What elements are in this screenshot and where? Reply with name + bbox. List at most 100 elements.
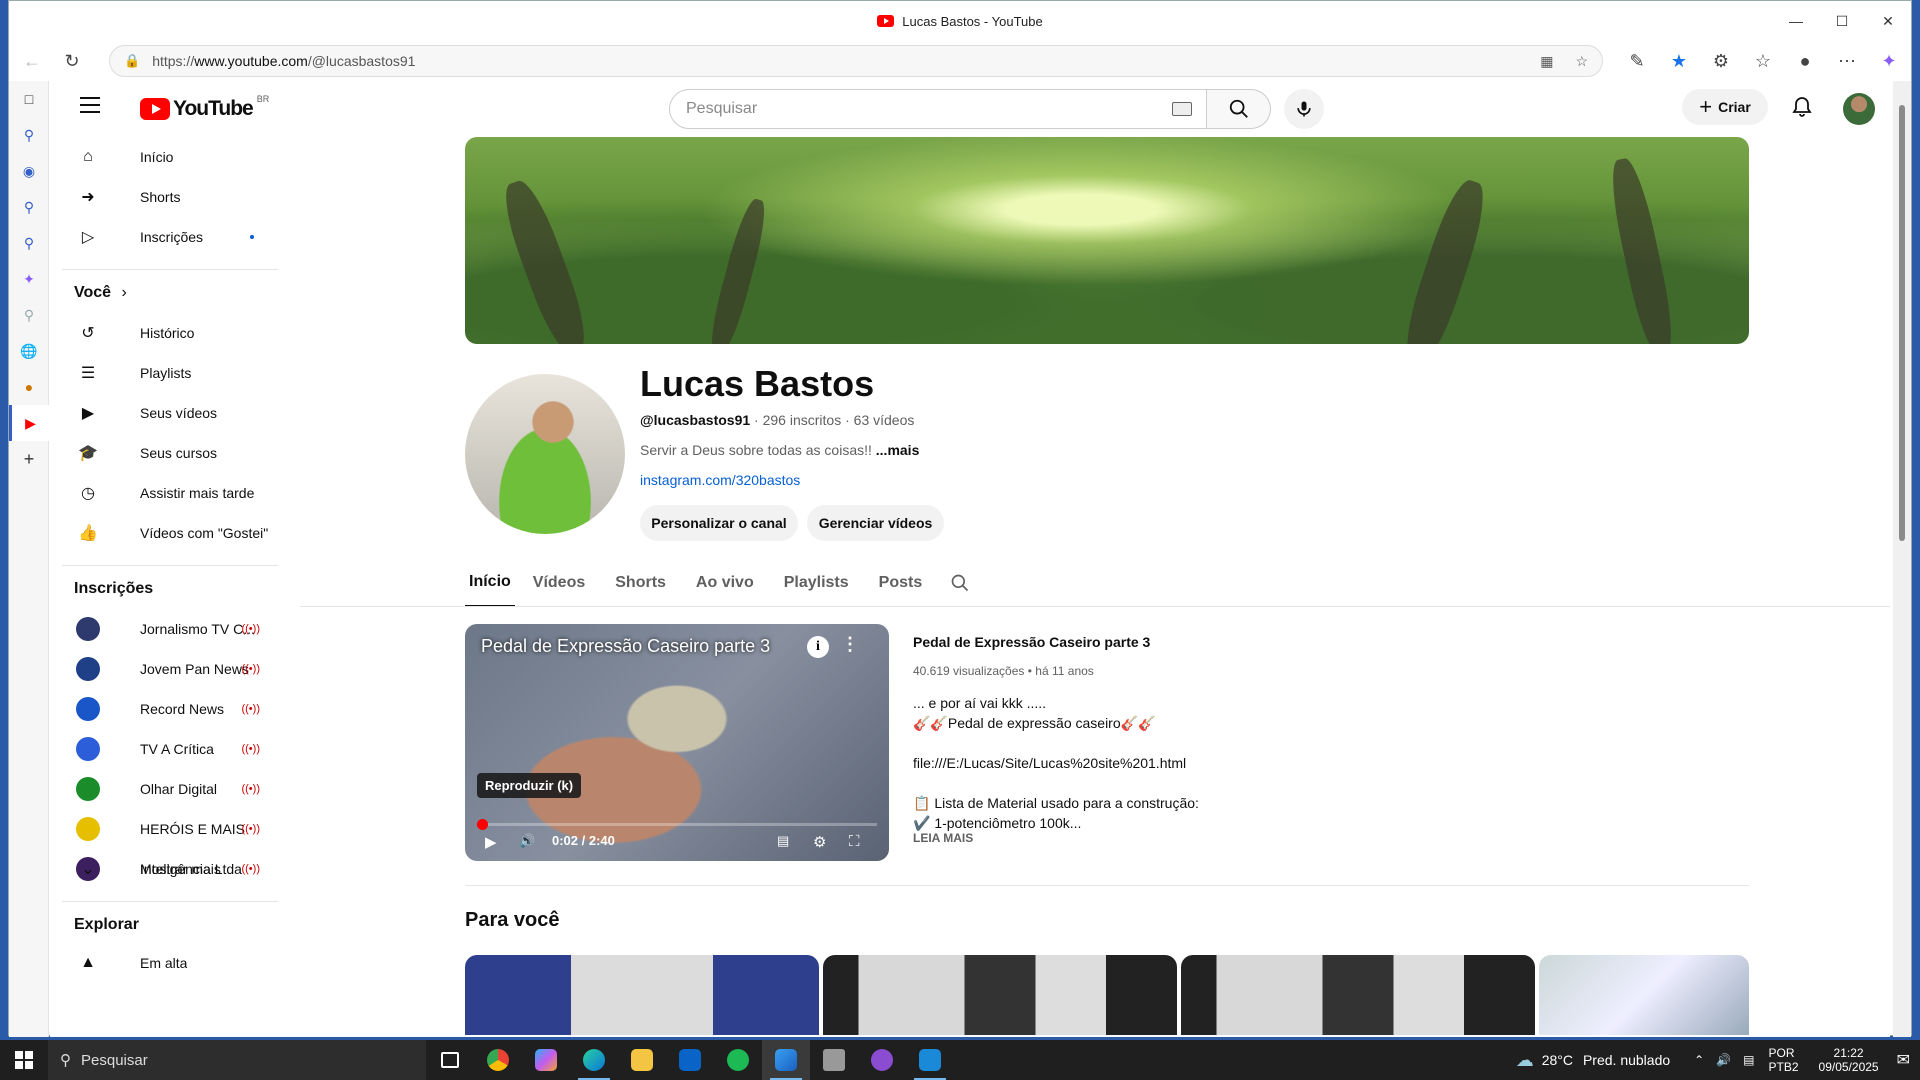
tab-posts[interactable]: Posts (867, 559, 935, 607)
sidebar-item-liked-videos[interactable]: 👍 Vídeos com "Gostei" (50, 513, 290, 553)
settings-gear-icon[interactable]: ⚙ (813, 833, 826, 851)
translate-extension-icon[interactable]: ★ (1667, 51, 1691, 72)
volume-icon[interactable]: 🔊 (1716, 1053, 1731, 1067)
channel-link[interactable]: instagram.com/320bastos (640, 472, 800, 488)
github-icon[interactable] (858, 1040, 906, 1080)
tab-playlists[interactable]: Playlists (772, 559, 861, 607)
outlook-icon[interactable] (666, 1040, 714, 1080)
paint-app-icon[interactable] (762, 1040, 810, 1080)
tab-live[interactable]: Ao vivo (684, 559, 766, 607)
copilot-sidebar-icon[interactable]: ✦ (9, 261, 49, 297)
weather-icon[interactable]: ☁ (1516, 1050, 1534, 1071)
minimize-button[interactable]: — (1773, 1, 1819, 41)
edge-icon[interactable] (570, 1040, 618, 1080)
page-scrollbar[interactable] (1893, 81, 1911, 1037)
search-icon[interactable]: ⚲ (9, 117, 49, 153)
customize-channel-button[interactable]: Personalizar o canal (640, 505, 798, 541)
refresh-button[interactable]: ↻ (55, 44, 89, 78)
discover-icon[interactable]: ◉ (9, 153, 49, 189)
more-options-icon[interactable]: ⋮ (841, 634, 859, 655)
windows-start-icon[interactable] (0, 1040, 48, 1080)
video-thumbnail[interactable] (823, 955, 1177, 1035)
show-more-button[interactable]: ⌄ Mostrar mais (50, 849, 290, 889)
more-link[interactable]: ...mais (876, 442, 920, 458)
channel-description[interactable]: Servir a Deus sobre todas as coisas!! ..… (640, 442, 919, 458)
tab-videos[interactable]: Vídeos (521, 559, 597, 607)
search-button[interactable] (1207, 89, 1271, 129)
search-icon[interactable]: ⚲ (9, 225, 49, 261)
tab-home[interactable]: Início (465, 559, 515, 607)
close-button[interactable]: ✕ (1865, 1, 1911, 41)
clock[interactable]: 21:22 09/05/2025 (1819, 1046, 1879, 1074)
globe-icon[interactable]: 🌐 (9, 333, 49, 369)
extensions-icon[interactable]: ⚙ (1709, 51, 1733, 72)
chevron-up-icon[interactable]: ⌃ (1694, 1053, 1704, 1067)
youtube-sidebar-icon[interactable]: ▶ (9, 405, 49, 441)
keyboard-icon[interactable] (1172, 102, 1192, 116)
video-thumbnail[interactable] (1539, 955, 1749, 1035)
video-thumbnail[interactable] (1181, 955, 1535, 1035)
featured-video-title[interactable]: Pedal de Expressão Caseiro parte 3 (913, 634, 1150, 650)
sidebar-item-channel[interactable]: Jovem Pan News ((•)) (50, 649, 290, 689)
play-icon[interactable]: ▶ (485, 833, 497, 851)
voice-search-button[interactable] (1284, 89, 1324, 129)
video-thumbnail[interactable] (465, 955, 819, 1035)
sidebar-item-channel[interactable]: Record News ((•)) (50, 689, 290, 729)
vscode-icon[interactable] (906, 1040, 954, 1080)
fullscreen-icon[interactable]: ⛶ (849, 833, 860, 850)
sidebar-item-channel[interactable]: TV A Crítica ((•)) (50, 729, 290, 769)
sidebar-item-courses[interactable]: 🎓 Seus cursos (50, 433, 290, 473)
search-input[interactable]: Pesquisar (669, 89, 1207, 129)
search-icon[interactable]: ⚲ (9, 297, 49, 333)
sidebar-item-trending[interactable]: ▲ Em alta (50, 943, 290, 983)
weather-temp[interactable]: 28°C (1542, 1052, 1573, 1068)
channel-search-icon[interactable] (940, 559, 980, 607)
back-button[interactable]: ← (15, 44, 49, 78)
notifications-icon[interactable]: ✉ (1897, 1050, 1910, 1070)
manage-videos-button[interactable]: Gerenciar vídeos (807, 505, 944, 541)
sidebar-item-home[interactable]: ⌂ Início (50, 137, 290, 177)
scrubber-handle[interactable] (477, 819, 488, 830)
search-icon[interactable]: ⚲ (9, 189, 49, 225)
sidebar-item-channel[interactable]: Jornalismo TV C... ((•)) (50, 609, 290, 649)
chrome-icon[interactable] (474, 1040, 522, 1080)
notifications-bell-icon[interactable] (1790, 95, 1814, 119)
weather-text[interactable]: Pred. nublado (1583, 1052, 1670, 1068)
volume-icon[interactable]: 🔊 (519, 833, 535, 849)
youtube-logo[interactable]: YouTube BR (140, 94, 269, 121)
tabs-icon[interactable]: □ (9, 81, 49, 117)
player-title[interactable]: Pedal de Expressão Caseiro parte 3 (481, 636, 770, 657)
create-button[interactable]: + Criar (1682, 89, 1768, 125)
more-menu-icon[interactable]: ⋯ (1835, 51, 1859, 72)
game-app-icon[interactable] (810, 1040, 858, 1080)
app-available-icon[interactable]: ▦ (1540, 53, 1553, 70)
info-icon[interactable]: i (807, 636, 829, 658)
sidebar-item-history[interactable]: ↺ Histórico (50, 313, 290, 353)
sidebar-item-your-videos[interactable]: ▶ Seus vídeos (50, 393, 290, 433)
sidebar-item-channel[interactable]: HERÓIS E MAIS ((•)) (50, 809, 290, 849)
add-icon[interactable]: + (9, 441, 49, 477)
file-explorer-icon[interactable] (618, 1040, 666, 1080)
game-icon[interactable]: ● (9, 369, 49, 405)
menu-icon[interactable] (80, 97, 100, 117)
you-section-header[interactable]: Você › (74, 284, 127, 302)
spotify-icon[interactable] (714, 1040, 762, 1080)
subtitles-icon[interactable]: ▤ (777, 833, 789, 849)
address-bar[interactable]: 🔒 https://www.youtube.com/@lucasbastos91… (109, 45, 1603, 77)
favorites-icon[interactable]: ☆ (1751, 51, 1775, 72)
copilot-icon[interactable] (522, 1040, 570, 1080)
tab-shorts[interactable]: Shorts (603, 559, 678, 607)
pen-extension-icon[interactable]: ✎ (1625, 51, 1649, 72)
copilot-icon[interactable]: ✦ (1877, 51, 1901, 72)
taskbar-search-input[interactable]: ⚲ Pesquisar (48, 1040, 426, 1080)
task-view-icon[interactable] (426, 1040, 474, 1080)
sidebar-item-watch-later[interactable]: ◷ Assistir mais tarde (50, 473, 290, 513)
sidebar-item-subscriptions[interactable]: ▷ Inscrições (50, 217, 290, 257)
language-indicator[interactable]: POR PTB2 (1769, 1046, 1799, 1074)
featured-video-player[interactable]: Pedal de Expressão Caseiro parte 3 i ⋮ R… (465, 624, 889, 861)
maximize-button[interactable]: ☐ (1819, 1, 1865, 41)
read-more-link[interactable]: LEIA MAIS (913, 831, 973, 845)
account-avatar[interactable] (1843, 93, 1875, 125)
sidebar-item-shorts[interactable]: ➜ Shorts (50, 177, 290, 217)
favorite-star-icon[interactable]: ☆ (1575, 53, 1588, 70)
